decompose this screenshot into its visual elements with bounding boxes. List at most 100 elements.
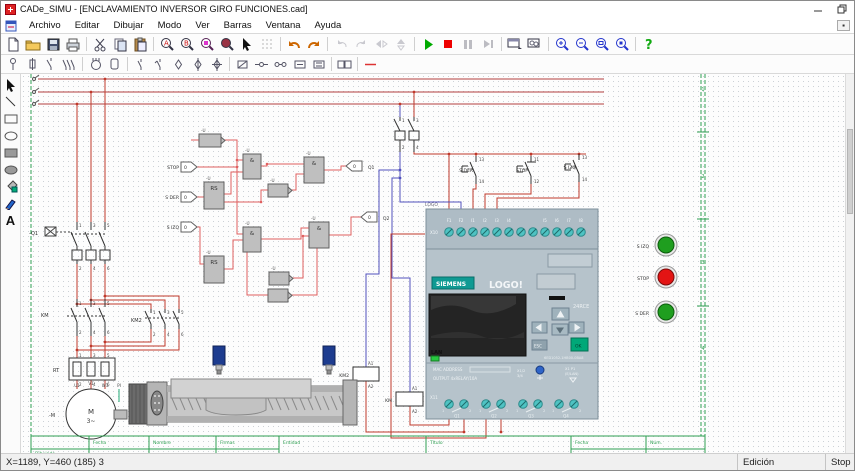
enclosure-tool-icon[interactable] (105, 56, 124, 72)
terminal-mark-tool-icon[interactable] (188, 56, 207, 72)
copy-icon[interactable] (110, 35, 130, 53)
thermal-relay[interactable]: RT 135246 (53, 353, 115, 387)
cut-icon[interactable] (90, 35, 110, 53)
simulate-step-icon[interactable] (478, 35, 498, 53)
vertical-scrollbar[interactable] (845, 74, 854, 453)
statusbar: X=1189, Y=460 (185) 3 Edición Stop (1, 453, 854, 470)
button-stop[interactable]: STOP 1112 (516, 156, 539, 184)
zoom-detail-icon[interactable]: B (177, 35, 197, 53)
wire-link-tool-icon[interactable] (252, 56, 271, 72)
flip-vertical-icon[interactable] (391, 35, 411, 53)
menu-editar[interactable]: Editar (68, 19, 107, 32)
aux-contact-tool-icon[interactable] (131, 56, 150, 72)
drawing-canvas[interactable]: 1 2 3 4 (21, 74, 854, 453)
svg-text:S IZQ: S IZQ (167, 225, 180, 231)
contactor-km[interactable]: KM 135246 (41, 299, 110, 336)
redo-icon[interactable] (304, 35, 324, 53)
status-simulation: Stop (826, 454, 854, 470)
power-probe-tool-icon[interactable] (3, 56, 22, 72)
main-breaker[interactable]: -Q1 135246 (29, 222, 110, 271)
svg-text:Q2: Q2 (383, 216, 390, 222)
motor[interactable]: -M M 3~ U1V1W1PI (49, 381, 127, 439)
minimize-button[interactable] (810, 3, 826, 15)
new-file-icon[interactable] (3, 35, 23, 53)
save-icon[interactable] (43, 35, 63, 53)
open-folder-icon[interactable] (23, 35, 43, 53)
contactor-km2[interactable]: KM2 135246 (131, 309, 184, 337)
scrollbar-thumb[interactable] (847, 129, 853, 214)
menu-dibujar[interactable]: Dibujar (107, 19, 151, 32)
limit-switch-tool-icon[interactable] (150, 56, 169, 72)
brush-tool-icon[interactable] (2, 195, 20, 212)
menu-ayuda[interactable]: Ayuda (308, 19, 349, 32)
zoom-all-icon[interactable] (612, 35, 632, 53)
text-tool-icon[interactable]: A (2, 212, 20, 229)
ok-button[interactable]: OK (575, 344, 583, 350)
lamp-sizq[interactable]: S IZQ (637, 234, 677, 256)
filled-ellipse-tool-icon[interactable] (2, 161, 20, 178)
document-icon[interactable] (5, 19, 17, 31)
fill-color-tool-icon[interactable] (2, 178, 20, 195)
proximity-sensor[interactable] (323, 346, 335, 374)
linear-actuator[interactable] (129, 379, 357, 425)
menu-modo[interactable]: Modo (151, 19, 189, 32)
rect-tool-icon[interactable] (2, 110, 20, 127)
menu-ver[interactable]: Ver (188, 19, 216, 32)
esc-button[interactable]: ESC (534, 344, 542, 349)
motor-symbol-tool-icon[interactable] (86, 56, 105, 72)
button-sizq[interactable]: S IZQ 1314 (564, 154, 588, 182)
rotate-left-icon[interactable] (331, 35, 351, 53)
flip-horizontal-icon[interactable] (371, 35, 391, 53)
logic-network[interactable]: -U -U -U -U -U -U -U -U -U & & & & (165, 128, 389, 302)
simulate-pause-icon[interactable] (458, 35, 478, 53)
plc-logo[interactable]: LOGO F1F2 I1I2 I3I4 I5I6 I7I8 X10 (425, 202, 598, 419)
zoom-area-icon[interactable] (197, 35, 217, 53)
control-breaker[interactable]: 1324 (394, 91, 419, 152)
restore-button[interactable] (834, 3, 850, 15)
fuse-tool-icon[interactable] (22, 56, 41, 72)
menu-archivo[interactable]: Archivo (22, 19, 68, 32)
wire-red-tool-icon[interactable] (361, 56, 380, 72)
window-simulation-icon[interactable] (525, 35, 545, 53)
print-icon[interactable] (63, 35, 83, 53)
zoom-dark-icon[interactable] (217, 35, 237, 53)
menu-ventana[interactable]: Ventana (259, 19, 308, 32)
contact-no-tool-icon[interactable] (41, 56, 60, 72)
relay-box-tool-icon[interactable] (233, 56, 252, 72)
button-sder[interactable]: S DER 1314 (459, 156, 484, 184)
lamp-stop[interactable]: STOP (637, 266, 677, 288)
undo-icon[interactable] (284, 35, 304, 53)
ellipse-tool-icon[interactable] (2, 127, 20, 144)
filled-rect-tool-icon[interactable] (2, 144, 20, 161)
rotate-right-icon[interactable] (351, 35, 371, 53)
svg-text:3~: 3~ (87, 418, 96, 425)
svg-text:F1: F1 (447, 218, 452, 223)
multi-pole-contact-tool-icon[interactable] (60, 56, 79, 72)
pointer-tool-icon[interactable] (2, 76, 20, 93)
zoom-out-icon[interactable] (572, 35, 592, 53)
lamp-sder[interactable]: S DER (635, 301, 677, 323)
help-icon[interactable]: ? (639, 35, 659, 53)
child-minimize-button[interactable]: ▪ (837, 20, 850, 31)
window-edit-icon[interactable] (505, 35, 525, 53)
wire-terminal-link-tool-icon[interactable] (271, 56, 290, 72)
terminal-cross-tool-icon[interactable] (207, 56, 226, 72)
menu-barras[interactable]: Barras (217, 19, 259, 32)
svg-text:3/4: 3/4 (517, 374, 523, 378)
line-tool-icon[interactable] (2, 93, 20, 110)
simulate-play-icon[interactable] (418, 35, 438, 53)
grid-toggle-icon[interactable] (257, 35, 277, 53)
block-a-tool-icon[interactable] (290, 56, 309, 72)
zoom-component-icon[interactable]: A (157, 35, 177, 53)
svg-text:-U: -U (306, 151, 311, 156)
zoom-window-icon[interactable] (592, 35, 612, 53)
block-b-tool-icon[interactable] (309, 56, 328, 72)
zoom-in-icon[interactable] (552, 35, 572, 53)
junction-box-tool-icon[interactable] (335, 56, 354, 72)
proximity-sensor[interactable] (213, 346, 225, 374)
simulate-stop-icon[interactable] (438, 35, 458, 53)
paste-icon[interactable] (130, 35, 150, 53)
power-rails[interactable] (33, 75, 605, 106)
select-pointer-icon[interactable] (237, 35, 257, 53)
connector-node-tool-icon[interactable] (169, 56, 188, 72)
